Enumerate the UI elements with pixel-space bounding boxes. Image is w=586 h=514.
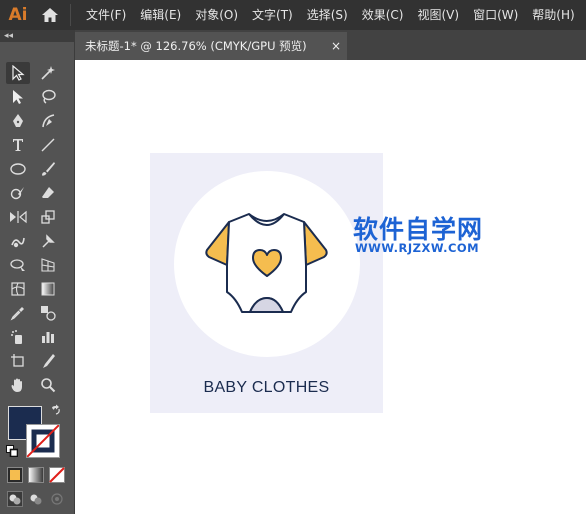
menu-select[interactable]: 选择(S) — [300, 0, 355, 30]
direct-selection-icon[interactable] — [6, 86, 30, 108]
home-icon[interactable] — [36, 0, 64, 30]
lasso-icon[interactable] — [36, 86, 60, 108]
baby-bodysuit-icon — [205, 212, 329, 320]
menu-view[interactable]: 视图(V) — [410, 0, 466, 30]
blend-icon[interactable] — [36, 302, 60, 324]
warp-icon[interactable] — [6, 230, 30, 252]
menu-object[interactable]: 对象(O) — [188, 0, 245, 30]
draw-inside-icon[interactable] — [48, 490, 66, 508]
eraser-icon[interactable] — [36, 182, 60, 204]
menu-separator — [70, 4, 71, 26]
free-transform-icon[interactable] — [6, 254, 30, 276]
watermark-url: WWW.RJZXW.COM — [355, 241, 480, 255]
menu-file[interactable]: 文件(F) — [79, 0, 133, 30]
document-tab-title: 未标题-1* @ 126.76% (CMYK/GPU 预览) — [85, 39, 307, 53]
column-graph-icon[interactable] — [36, 326, 60, 348]
app-logo[interactable]: Ai — [0, 0, 36, 30]
menu-help[interactable]: 帮助(H) — [525, 0, 581, 30]
gradient-mode-icon[interactable] — [27, 466, 45, 484]
shaper-icon[interactable] — [6, 182, 30, 204]
puppet-warp-icon[interactable] — [36, 230, 60, 252]
perspective-grid-icon[interactable] — [36, 254, 60, 276]
collapse-panel-icon[interactable]: ◂◂ — [0, 30, 74, 42]
curvature-icon[interactable] — [36, 110, 60, 132]
gradient-icon[interactable] — [36, 278, 60, 300]
draw-behind-icon[interactable] — [27, 490, 45, 508]
document-tab[interactable]: 未标题-1* @ 126.76% (CMYK/GPU 预览) × — [75, 32, 347, 60]
artwork-caption: BABY CLOTHES — [203, 379, 330, 396]
default-colors-icon[interactable] — [5, 444, 19, 458]
selection-tool-icon[interactable] — [6, 62, 30, 84]
draw-normal-icon[interactable] — [6, 490, 24, 508]
swap-colors-icon[interactable] — [48, 402, 64, 418]
close-icon[interactable]: × — [331, 39, 341, 53]
zoom-icon[interactable] — [36, 374, 60, 396]
hand-icon[interactable] — [6, 374, 30, 396]
magic-wand-icon[interactable] — [36, 62, 60, 84]
eyedropper-icon[interactable] — [6, 302, 30, 324]
menu-bar: Ai 文件(F) 编辑(E) 对象(O) 文字(T) 选择(S) 效果(C) 视… — [0, 0, 586, 30]
paintbrush-icon[interactable] — [36, 158, 60, 180]
menu-effect[interactable]: 效果(C) — [355, 0, 411, 30]
none-mode-icon[interactable] — [48, 466, 66, 484]
symbol-sprayer-icon[interactable] — [6, 326, 30, 348]
color-mode-icon[interactable] — [6, 466, 24, 484]
slice-icon[interactable] — [36, 350, 60, 372]
menu-type[interactable]: 文字(T) — [245, 0, 300, 30]
line-segment-icon[interactable] — [36, 134, 60, 156]
menu-items: 文件(F) 编辑(E) 对象(O) 文字(T) 选择(S) 效果(C) 视图(V… — [79, 0, 582, 30]
artboard-icon[interactable] — [6, 350, 30, 372]
mesh-icon[interactable] — [6, 278, 30, 300]
reflect-icon[interactable] — [6, 206, 30, 228]
type-icon[interactable] — [6, 134, 30, 156]
document-tab-bar: 未标题-1* @ 126.76% (CMYK/GPU 预览) × — [75, 30, 586, 60]
tools-panel: ◂◂ — [0, 30, 75, 514]
pen-icon[interactable] — [6, 110, 30, 132]
menu-edit[interactable]: 编辑(E) — [133, 0, 188, 30]
stroke-color-swatch[interactable] — [26, 424, 60, 458]
menu-window[interactable]: 窗口(W) — [466, 0, 525, 30]
scale-icon[interactable] — [36, 206, 60, 228]
document-canvas[interactable]: BABY CLOTHES 软件自学网 WWW.RJZXW.COM — [75, 60, 586, 514]
ellipse-icon[interactable] — [6, 158, 30, 180]
